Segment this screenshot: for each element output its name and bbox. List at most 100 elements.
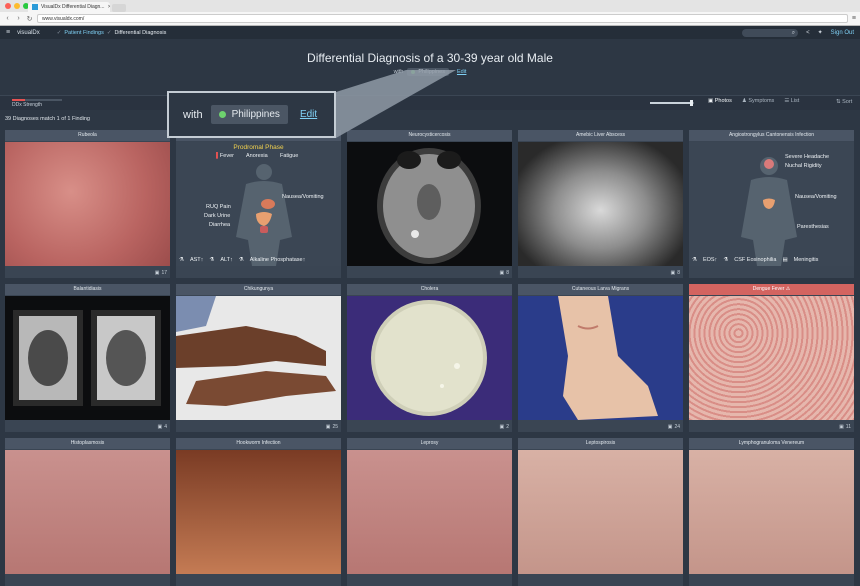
hands-photo[interactable] [176, 296, 341, 420]
callout-edit-link[interactable]: Edit [300, 109, 317, 120]
close-tab-icon[interactable]: ✕ [107, 4, 110, 10]
card-title: Amebic Liver Abscess [518, 130, 683, 141]
card-title: Hookworm Infection [176, 438, 341, 449]
camera-icon: ▣ [499, 270, 505, 276]
location-row: with Philippines Edit [0, 68, 860, 76]
edit-link[interactable]: Edit [457, 69, 466, 75]
tab-list[interactable]: ☰ List [784, 98, 799, 104]
address-bar[interactable]: www.visualdx.com/ [37, 14, 848, 23]
diagnosis-card[interactable]: Leptospirosis [518, 438, 683, 586]
foot-photo[interactable] [518, 296, 683, 420]
nausea-label: Nausea/Vomiting [282, 194, 324, 200]
card-title: Rubeola [5, 130, 170, 141]
angiostrongylus-infographic[interactable]: Severe Headache Nuchal Rigidity Nausea/V… [689, 142, 854, 266]
camera-icon: ▣ [670, 270, 676, 276]
brain-ct-photo[interactable] [347, 142, 512, 266]
location-dot-icon [411, 70, 416, 74]
diagnosis-card[interactable]: Amebic Liver Abscess ▣ 8 [518, 130, 683, 278]
photo-count-value: 8 [677, 270, 680, 276]
infographic: Severe Headache Nuchal Rigidity Nausea/V… [689, 142, 854, 266]
location-dot-icon [218, 111, 226, 118]
forward-icon[interactable]: › [15, 15, 22, 22]
zoom-slider-knob[interactable] [690, 100, 693, 106]
zoom-slider[interactable] [650, 100, 694, 106]
card-title-alert: Dengue Fever ⚠ [689, 284, 854, 295]
diagnosis-card[interactable]: Rubeola ▣ 17 [5, 130, 170, 278]
tab-photos[interactable]: ▣ Photos [708, 98, 732, 104]
diagnosis-card[interactable]: Neurocysticercosis ▣ 8 [347, 130, 512, 278]
diagnosis-card[interactable]: Histoplasmosis [5, 438, 170, 586]
share-icon[interactable]: < [806, 30, 810, 36]
skin-photo[interactable] [689, 450, 854, 574]
ddx-strength-fill [12, 99, 25, 101]
header-actions: ⌕ < ✦ Sign Out [742, 28, 854, 37]
diagnosis-card[interactable]: Dengue Fever ⚠ ▣ 11 [689, 284, 854, 432]
window-controls[interactable] [5, 3, 29, 9]
app-logo[interactable]: visualDx [17, 30, 40, 36]
reload-icon[interactable]: ↻ [26, 15, 33, 23]
settings-icon[interactable]: ✦ [818, 29, 823, 36]
close-window-button[interactable] [5, 3, 11, 9]
hamburger-menu-icon[interactable]: ≡ [6, 29, 10, 36]
abdominal-xray-photo[interactable] [5, 296, 170, 420]
search-input[interactable]: ⌕ [742, 28, 799, 37]
petri-dish-photo[interactable] [347, 296, 512, 420]
diagnosis-card[interactable]: Lymphogranuloma Venereum [689, 438, 854, 586]
match-count: 39 Diagnoses match 1 of 1 Finding [5, 116, 90, 122]
photo-count-value: 4 [164, 424, 167, 430]
back-icon[interactable]: ‹ [4, 15, 11, 22]
camera-icon: ▣ [154, 270, 160, 276]
hepatitis-infographic[interactable]: Prodromal Phase ▌Fever Anorexia Fatigue … [176, 142, 341, 266]
photo-count-value: 8 [506, 270, 509, 276]
card-title: Cholera [347, 284, 512, 295]
diagnosis-card[interactable]: Angiostrongylus Cantonensis Infection Se… [689, 130, 854, 278]
sign-out-link[interactable]: Sign Out [831, 30, 854, 36]
diagnosis-card[interactable]: Hookworm Infection [176, 438, 341, 586]
callout-chip-label: Philippines [231, 109, 280, 120]
photo-count: ▣ 11 [839, 424, 851, 430]
skin-photo[interactable] [347, 450, 512, 574]
browser-toolbar: ‹ › ↻ www.visualdx.com/ ≡ [0, 12, 860, 25]
tab-symptoms[interactable]: ♟ Symptoms [742, 98, 774, 104]
anorexia-label: Anorexia [246, 153, 268, 159]
breadcrumb-differential-diagnosis: Differential Diagnosis [114, 29, 167, 36]
breadcrumb-separator: ✓ [106, 29, 112, 36]
card-title: Leptospirosis [518, 438, 683, 449]
diagnosis-card[interactable]: Balantidiasis ▣ 4 [5, 284, 170, 432]
lab-findings: ⚗ EOS↑ ⚗ CSF Eosinophilia ▤ Meningitis [692, 257, 818, 263]
diagnosis-card[interactable]: Leprosy [347, 438, 512, 586]
location-callout: with Philippines Edit [167, 91, 336, 138]
alk-phos-label: Alkaline Phosphatase↑ [249, 257, 306, 263]
chest-xray-photo[interactable] [518, 142, 683, 266]
rash-photo[interactable] [689, 296, 854, 420]
diagnosis-card[interactable]: Chikungunya ▣ 25 [176, 284, 341, 432]
skin-photo[interactable] [518, 450, 683, 574]
minimize-window-button[interactable] [14, 3, 20, 9]
card-title: Balantidiasis [5, 284, 170, 295]
ddx-strength-bar [12, 99, 62, 101]
fatigue-label: Fatigue [280, 153, 299, 159]
breadcrumb-patient-findings[interactable]: Patient Findings [64, 30, 103, 36]
alt-label: ALT↑ [220, 257, 233, 263]
diagnosis-card[interactable]: Prodromal Phase ▌Fever Anorexia Fatigue … [176, 130, 341, 278]
browser-tab[interactable]: VisualDx Differential Diagn... ✕ [28, 2, 110, 12]
new-tab-button[interactable] [112, 4, 126, 12]
body-silhouette-icon [741, 157, 797, 266]
skin-photo[interactable] [5, 450, 170, 574]
card-title: Histoplasmosis [5, 438, 170, 449]
photo-count-value: 11 [845, 424, 851, 430]
xray-films-image [13, 310, 161, 406]
sort-button[interactable]: ⇅ Sort [836, 99, 852, 105]
callout-location-chip[interactable]: Philippines [210, 105, 288, 124]
location-chip[interactable]: Philippines [407, 68, 449, 76]
diagnosis-card[interactable]: Cutaneous Larva Migrans ▣ 24 [518, 284, 683, 432]
diagnosis-grid: Rubeola ▣ 17 Prodromal Phase ▌Fever Anore… [5, 130, 857, 586]
rash-photo[interactable] [5, 142, 170, 266]
browser-chrome: VisualDx Differential Diagn... ✕ ‹ › ↻ w… [0, 0, 860, 26]
diagnosis-card[interactable]: Cholera ▣ 2 [347, 284, 512, 432]
skin-photo[interactable] [176, 450, 341, 574]
page-title: Differential Diagnosis of a 30-39 year o… [307, 51, 553, 65]
tab-list-label: List [790, 98, 800, 104]
browser-menu-icon[interactable]: ≡ [852, 15, 856, 22]
search-icon[interactable]: ⌕ [792, 29, 795, 37]
